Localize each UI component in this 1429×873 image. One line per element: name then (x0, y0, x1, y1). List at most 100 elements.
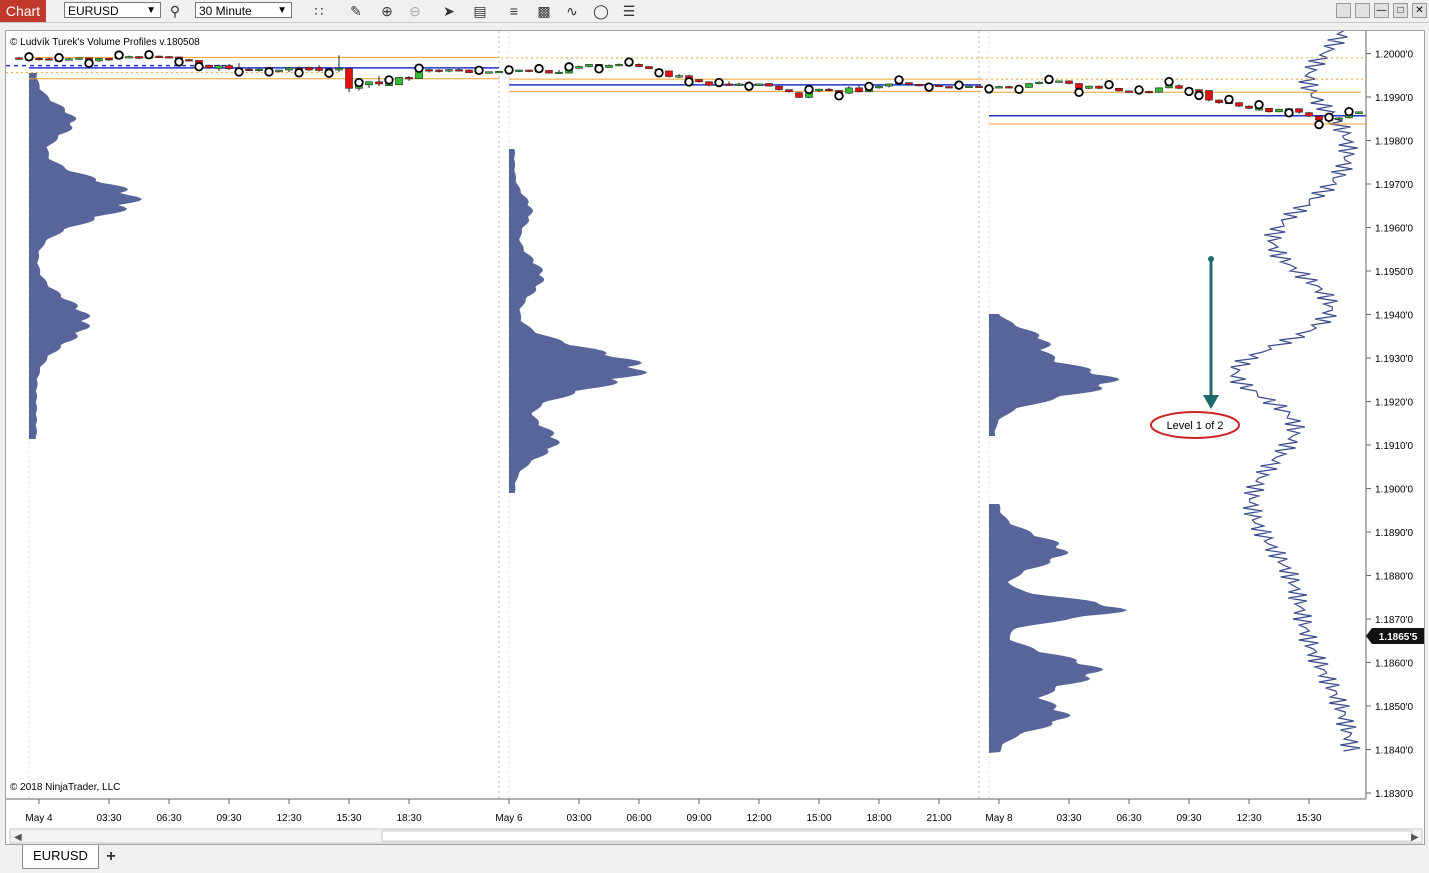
scroll-left-icon[interactable]: ◀ (14, 832, 22, 843)
candle-down (1235, 102, 1243, 107)
candle-up (845, 87, 853, 94)
swing-marker (474, 65, 484, 76)
swing-marker (984, 84, 994, 94)
time-tick-label: 03:00 (566, 813, 591, 824)
scrollbar-thumb[interactable] (381, 830, 1413, 842)
swing-marker (234, 67, 244, 77)
zoom-out-icon[interactable]: ⊖ (406, 2, 424, 20)
time-tick-label: 03:30 (1056, 813, 1081, 824)
candle-down (695, 79, 703, 83)
candle-up (755, 83, 763, 86)
bar-type-icon[interactable]: ∷ (310, 2, 328, 20)
price-chart[interactable]: 1.2000'0 1.1990'0 1.1980'0 1.1970'0 1.1960'0… (6, 30, 1426, 846)
candle-down (525, 69, 533, 72)
candle-down (825, 88, 833, 91)
swing-marker (54, 53, 64, 63)
candle-up (735, 83, 743, 86)
candle-down (545, 70, 553, 74)
data-box-icon[interactable]: ▤ (471, 2, 489, 20)
swing-marker (654, 68, 664, 78)
candle-down (1065, 80, 1073, 84)
time-tick-label: 21:00 (926, 813, 951, 824)
candle-up (445, 69, 453, 72)
candle-up (485, 71, 493, 74)
time-tick-label: 18:30 (396, 813, 421, 824)
indicators-icon[interactable]: ▩ (535, 2, 553, 20)
swing-marker (384, 75, 394, 85)
candle-down (345, 67, 353, 89)
candle-down (205, 64, 213, 69)
candle-down (1265, 108, 1273, 113)
swing-marker (194, 61, 204, 72)
candle-up (335, 67, 343, 71)
pointer-icon[interactable]: ➤ (440, 2, 458, 20)
volume-profile-may6 (509, 149, 648, 493)
swing-marker (294, 68, 304, 78)
time-tick-label: May 8 (985, 813, 1013, 824)
drawing-tools-icon[interactable]: ∿ (563, 2, 581, 20)
price-tick-label: 1.1970'0 (1375, 180, 1413, 191)
candle-down (165, 56, 173, 59)
annotation-arrow (1203, 256, 1219, 409)
swing-marker (1184, 86, 1194, 97)
chart-menu-button[interactable]: Chart (0, 0, 46, 22)
price-tick-label: 1.1940'0 (1375, 311, 1413, 322)
candle-down (35, 57, 43, 61)
swing-marker (144, 49, 154, 60)
draw-pencil-icon[interactable]: ✎ (347, 2, 365, 20)
close-icon[interactable]: ✕ (1412, 3, 1427, 18)
swing-marker (894, 75, 904, 85)
swing-marker (414, 63, 424, 73)
candle-up (95, 57, 103, 62)
candle-up (495, 71, 503, 74)
swing-marker (804, 84, 814, 95)
swing-marker (1254, 99, 1264, 110)
minimize-icon[interactable]: — (1374, 3, 1389, 18)
tab-eurusd[interactable]: EURUSD (22, 845, 99, 869)
candle-up (1275, 108, 1283, 113)
restore-icon[interactable] (1336, 3, 1351, 18)
refresh-icon[interactable]: ◯ (592, 2, 610, 20)
time-tick-label: 12:30 (276, 813, 301, 824)
candle-down (405, 77, 413, 80)
candle-up (255, 68, 263, 71)
add-tab-button[interactable]: + (101, 847, 121, 867)
strategies-icon[interactable]: ≡ (505, 2, 523, 20)
candle-up (395, 77, 403, 86)
interval-selector[interactable]: 30 Minute ▼ (195, 2, 292, 18)
swing-marker (834, 91, 844, 101)
candle-down (1115, 87, 1123, 92)
candle-up (675, 75, 683, 78)
swing-marker (1224, 94, 1234, 105)
horizontal-scrollbar[interactable]: ◀ ▶ (9, 828, 1423, 844)
tile-icon[interactable] (1355, 3, 1370, 18)
price-tick-label: 1.2000'0 (1375, 50, 1413, 61)
candle-down (1005, 86, 1013, 89)
price-tick-label: 1.1960'0 (1375, 224, 1413, 235)
candle-down (245, 68, 253, 71)
chart-panel[interactable]: 1.2000'0 1.1990'0 1.1980'0 1.1970'0 1.1960'0… (5, 30, 1425, 845)
candle-down (795, 92, 803, 98)
copyright-bottom: © 2018 NinjaTrader, LLC (10, 782, 120, 793)
candle-up (75, 57, 83, 60)
time-tick-label: May 6 (495, 813, 523, 824)
zoom-in-icon[interactable]: ⊕ (378, 2, 396, 20)
candle-down (855, 87, 863, 93)
time-tick-label: 18:00 (866, 813, 891, 824)
scroll-right-icon[interactable]: ▶ (1411, 832, 1419, 843)
candle-down (975, 85, 983, 88)
volume-profile-may4 (29, 73, 142, 439)
price-tick-label: 1.1900'0 (1375, 485, 1413, 496)
time-tick-label: 09:30 (1176, 813, 1201, 824)
candle-down (225, 65, 233, 70)
current-price-label: 1.1865'5 (1379, 632, 1418, 643)
maximize-icon[interactable]: □ (1393, 3, 1408, 18)
candle-down (905, 82, 913, 85)
candle-down (305, 67, 313, 71)
swing-marker (1314, 119, 1324, 130)
properties-icon[interactable]: ☰ (620, 2, 638, 20)
instrument-selector[interactable]: EURUSD ▼ (64, 2, 161, 18)
search-icon[interactable]: ⚲ (166, 2, 184, 20)
candle-down (375, 81, 383, 85)
swing-marker (1074, 87, 1084, 98)
